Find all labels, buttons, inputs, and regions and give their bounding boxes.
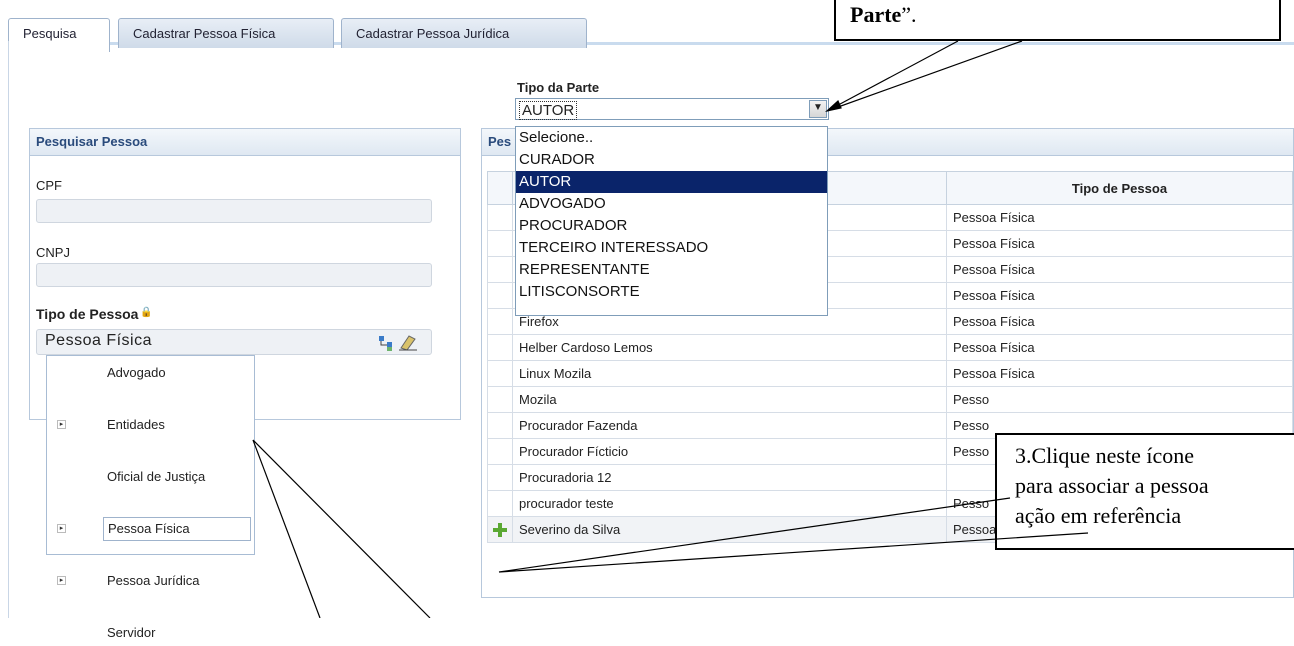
tree-item-servidor[interactable]: Servidor bbox=[47, 620, 254, 646]
tree-pointer-lines bbox=[252, 439, 431, 618]
callout-pointer-right bbox=[498, 497, 1089, 573]
tree-item-label: Servidor bbox=[107, 625, 156, 640]
annotation-lines bbox=[252, 40, 1089, 618]
callout-pointer-top bbox=[824, 40, 1023, 113]
